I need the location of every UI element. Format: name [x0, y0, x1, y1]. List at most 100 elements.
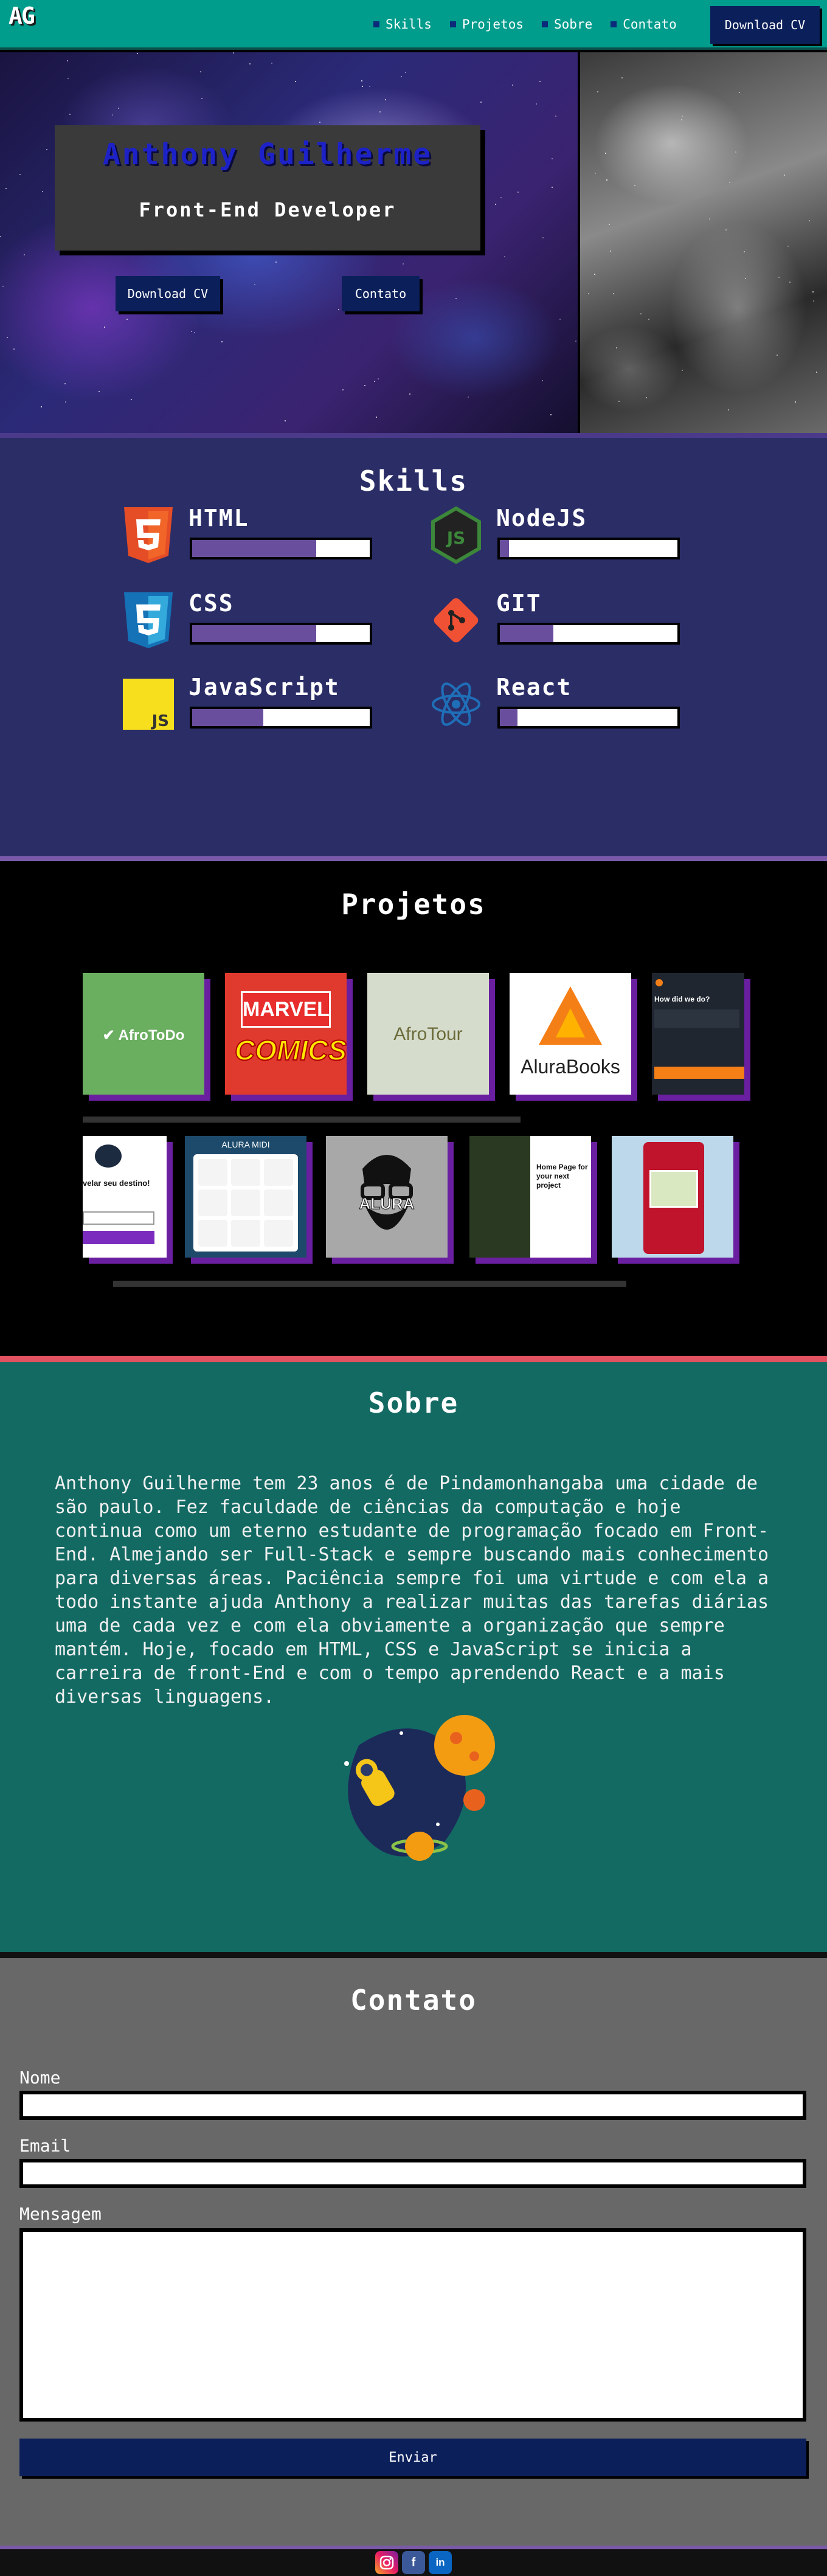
project-title: AluraBooks [521, 1056, 620, 1078]
star-dot [648, 319, 649, 320]
comics-logo: COMICS [234, 1034, 347, 1067]
star-dot [409, 393, 410, 395]
nav-item-label: Sobre [554, 17, 593, 32]
project-card[interactable]: ALURA MIDI [185, 1136, 306, 1258]
git-icon [434, 598, 479, 643]
site-logo[interactable]: AG [9, 2, 35, 29]
hero-contato-button[interactable]: Contato [342, 276, 420, 311]
star-dot [24, 254, 25, 255]
project-title-text: AfroToDo [118, 1027, 185, 1044]
star-dot [646, 397, 647, 398]
projetos-section: Projetos ✔ AfroToDo MARVEL COMICS AfroTo… [0, 856, 827, 1361]
star-dot [784, 175, 785, 176]
star-dot [254, 284, 255, 285]
star-dot [588, 293, 589, 294]
projects-row2-scrollbar[interactable] [113, 1281, 626, 1287]
project-card[interactable]: Home Page for your next project [469, 1136, 591, 1258]
star-dot [597, 91, 598, 92]
star-dot [816, 372, 817, 373]
project-card[interactable]: AfroTour [367, 973, 489, 1095]
skill-bar [190, 707, 372, 729]
star-dot [542, 237, 544, 238]
sobre-section: Sobre Anthony Guilherme tem 23 anos é de… [0, 1356, 827, 1952]
email-input[interactable] [19, 2159, 806, 2188]
project-card[interactable]: ✔ AfroToDo [83, 973, 204, 1095]
project-card[interactable] [612, 1136, 733, 1258]
star-dot [13, 348, 15, 350]
star-dot [550, 414, 552, 415]
svg-text:JS: JS [446, 528, 466, 548]
star-dot [739, 92, 740, 93]
facebook-icon[interactable]: f [402, 2551, 425, 2574]
alurabooks-logo-icon [539, 986, 602, 1045]
svg-text:JS: JS [151, 712, 169, 730]
star-dot [681, 119, 682, 120]
star-dot [539, 81, 541, 82]
enviar-button[interactable]: Enviar [19, 2439, 806, 2476]
star-dot [609, 224, 610, 225]
star-dot [809, 220, 810, 221]
project-card[interactable]: ALURA [326, 1136, 448, 1258]
project-card[interactable]: MARVEL COMICS [225, 973, 347, 1095]
nav-item-sobre[interactable]: Sobre [542, 17, 592, 32]
star-icon [656, 979, 663, 986]
star-dot [606, 179, 607, 181]
star-dot [468, 396, 469, 398]
star-dot [275, 261, 277, 263]
star-dot [271, 63, 272, 64]
bullet-icon [449, 21, 456, 27]
star-dot [201, 98, 202, 99]
star-dot [369, 86, 370, 87]
project-card[interactable]: AluraBooks [510, 973, 631, 1095]
nav-item-contato[interactable]: Contato [611, 17, 677, 32]
contato-section: Contato Nome Email Mensagem Enviar [0, 1952, 827, 2546]
nome-input[interactable] [19, 2091, 806, 2120]
checkmark-icon: ✔ [102, 1027, 115, 1044]
star-dot [495, 204, 496, 205]
hero-download-cv-button[interactable]: Download CV [116, 276, 220, 311]
header-download-cv-button[interactable]: Download CV [710, 6, 820, 44]
sobre-title: Sobre [368, 1387, 459, 1419]
skill-git: GIT [429, 590, 685, 651]
star-dot [104, 327, 105, 328]
star-dot [191, 331, 192, 332]
star-dot [729, 182, 730, 183]
skill-name: NodeJS [496, 505, 587, 531]
star-dot [46, 149, 47, 150]
nav-item-label: Projetos [462, 17, 524, 32]
project-card[interactable]: How did we do? [652, 973, 744, 1095]
skill-nodejs: JS NodeJS [429, 505, 685, 566]
star-dot [137, 53, 138, 54]
star-dot [613, 293, 614, 294]
bullet-icon [611, 21, 617, 27]
star-dot [682, 370, 683, 371]
star-dot [401, 76, 402, 77]
nav-item-skills[interactable]: Skills [373, 17, 432, 32]
star-dot [362, 86, 363, 87]
star-dot [112, 114, 113, 116]
skill-name: React [496, 674, 572, 701]
star-dot [19, 174, 21, 175]
mensagem-label: Mensagem [19, 2204, 102, 2224]
mensagem-textarea[interactable] [19, 2228, 806, 2422]
star-dot [536, 103, 537, 105]
star-dot [725, 229, 727, 230]
star-dot [745, 278, 746, 279]
project-card[interactable]: velar seu destino! [83, 1136, 167, 1258]
star-dot [437, 251, 438, 252]
star-dot [67, 78, 69, 79]
star-dot [504, 256, 505, 257]
star-dot [385, 99, 386, 100]
star-dot [777, 355, 778, 356]
star-dot [0, 236, 1, 237]
nav-item-projetos[interactable]: Projetos [449, 17, 524, 32]
skill-javascript: JS JavaScript [122, 674, 377, 735]
instagram-icon[interactable] [375, 2551, 398, 2574]
star-dot [221, 341, 223, 342]
projects-row1-scrollbar[interactable] [83, 1117, 521, 1123]
star-dot [709, 218, 710, 220]
star-dot [812, 291, 814, 293]
star-dot [379, 111, 381, 113]
star-dot [131, 399, 132, 400]
linkedin-icon[interactable]: in [429, 2551, 452, 2574]
